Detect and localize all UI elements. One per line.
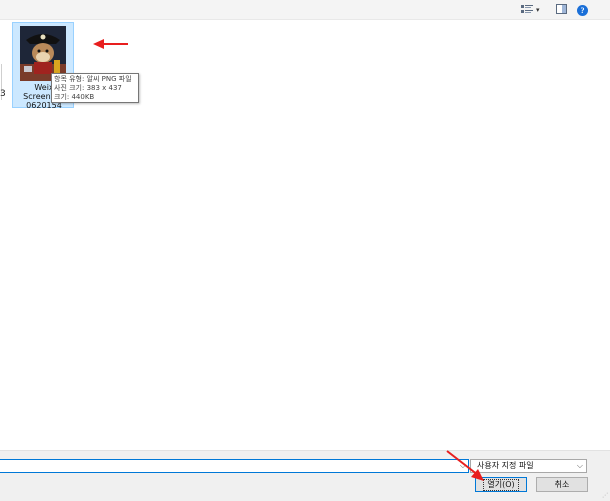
file-info-tooltip: 항목 유형: 알씨 PNG 파일 사진 크기: 383 x 437 크기: 44…: [51, 73, 139, 103]
help-button[interactable]: ?: [577, 3, 591, 17]
truncated-item-label: 3: [0, 89, 6, 99]
change-view-button[interactable]: ▾: [521, 3, 549, 17]
chevron-down-icon[interactable]: ▾: [536, 6, 540, 14]
preview-pane-icon: [556, 3, 567, 17]
tooltip-size: 크기: 440KB: [54, 93, 95, 101]
dialog-toolbar: ▾ ?: [0, 0, 610, 20]
tooltip-dimensions: 사진 크기: 383 x 437: [54, 84, 122, 92]
open-button-label: 열기(O): [483, 479, 519, 491]
tooltip-item-type: 항목 유형: 알씨 PNG 파일: [54, 75, 132, 83]
view-mode-icon: [521, 4, 533, 17]
help-icon: ?: [577, 4, 588, 16]
open-button[interactable]: 열기(O): [475, 477, 527, 492]
resize-grip-icon[interactable]: ⋰: [602, 492, 608, 499]
filename-input[interactable]: [0, 460, 450, 472]
filename-combobox[interactable]: ⌵: [0, 459, 469, 473]
file-open-dialog: ▾ ? 3 Weix Screensho 0620154 항목 유형: 알씨 P…: [0, 0, 610, 501]
chevron-down-icon[interactable]: ⌵: [460, 461, 466, 471]
cancel-button[interactable]: 취소: [536, 477, 588, 492]
chevron-down-icon: ⌵: [576, 461, 583, 470]
preview-pane-button[interactable]: [556, 3, 570, 17]
filetype-selected-label: 사용자 지정 파일: [477, 461, 534, 470]
cancel-button-label: 취소: [554, 480, 570, 489]
navigation-pane-edge: [0, 20, 5, 450]
annotation-arrow-to-file: [93, 39, 128, 49]
filetype-select[interactable]: 사용자 지정 파일 ⌵: [470, 459, 587, 473]
dialog-footer: ⌵ 사용자 지정 파일 ⌵ 열기(O) 취소 ⋰: [0, 450, 610, 501]
